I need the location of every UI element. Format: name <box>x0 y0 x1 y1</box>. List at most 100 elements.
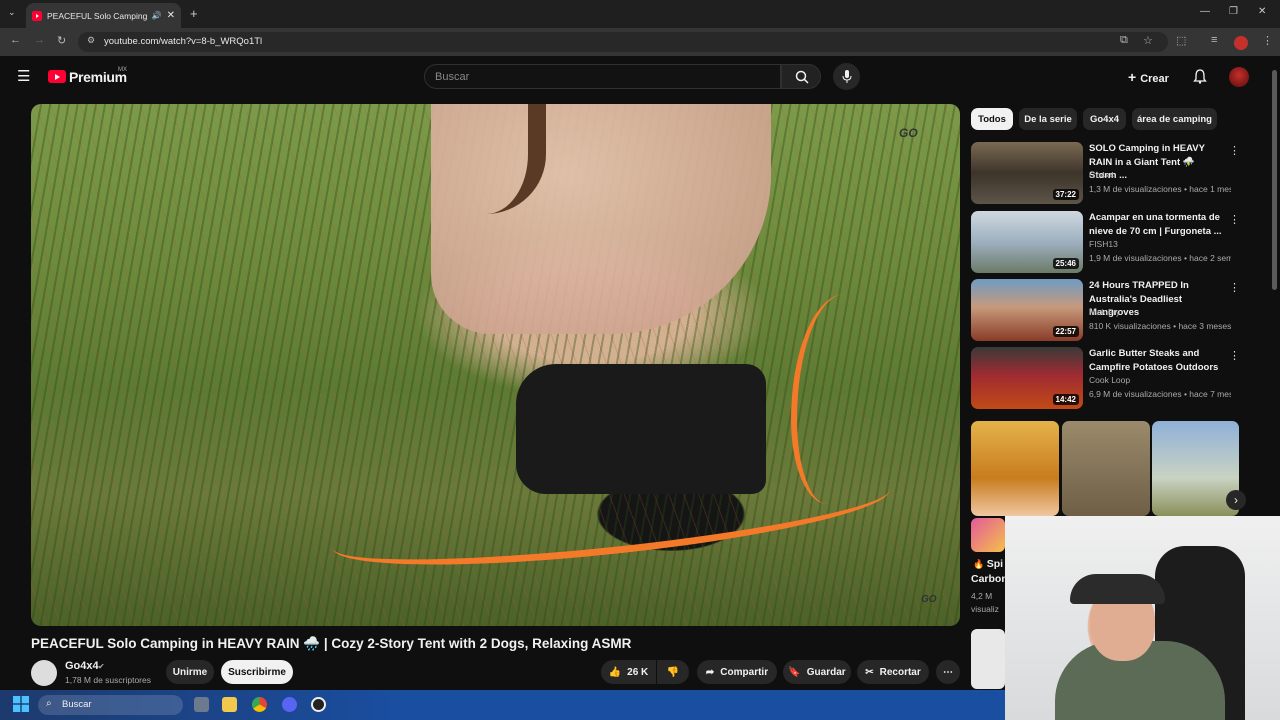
person-cap <box>1070 574 1165 604</box>
bookmark-star-icon[interactable]: ☆ <box>1143 34 1153 47</box>
search-icon <box>795 70 809 84</box>
chip-all[interactable]: Todos <box>971 108 1013 130</box>
cast-icon[interactable]: ⧉ <box>1120 34 1128 47</box>
minimize-icon[interactable]: — <box>1200 6 1210 17</box>
search-placeholder: Buscar <box>435 71 470 83</box>
create-label: Crear <box>1140 73 1169 85</box>
windows-start-icon[interactable] <box>13 696 29 712</box>
hamburger-menu-icon[interactable]: ☰ <box>17 67 30 85</box>
like-button[interactable]: 👍 26 K <box>601 660 656 684</box>
chrome-icon[interactable] <box>252 697 267 712</box>
video-thumbnail[interactable]: 22:57 <box>971 279 1083 341</box>
channel-avatar[interactable] <box>31 660 57 686</box>
shelf-next-arrow-icon[interactable]: › <box>1226 490 1246 510</box>
task-view-icon[interactable] <box>194 697 209 712</box>
recommendation-channel: Cook Loop <box>1089 375 1131 385</box>
notifications-bell-icon[interactable] <box>1193 69 1207 84</box>
logo-region: MX <box>118 67 127 73</box>
profile-avatar[interactable] <box>1234 36 1248 50</box>
video-thumbnail[interactable] <box>971 518 1005 552</box>
recommendation-title: Acampar en una tormenta de nieve de 70 c… <box>1089 212 1222 237</box>
chip-label: área de camping <box>1137 113 1212 125</box>
short-thumbnail[interactable] <box>971 421 1059 516</box>
recommendation-meta: 1,3 M de visualizaciones • hace 1 mes <box>1089 184 1231 194</box>
more-options-icon[interactable]: ⋮ <box>1229 144 1240 157</box>
more-options-icon[interactable]: ⋮ <box>1229 281 1240 294</box>
site-info-icon[interactable]: ⚙ <box>87 35 95 46</box>
recommendation-channel: Go4x4 <box>1089 170 1115 180</box>
more-options-icon[interactable]: ⋮ <box>1229 349 1240 362</box>
search-icon: ⌕ <box>46 698 52 709</box>
duration-badge: 14:42 <box>1052 394 1079 405</box>
file-explorer-icon[interactable] <box>222 697 237 712</box>
recommendation-title: Garlic Butter Steaks and Campfire Potato… <box>1089 348 1219 373</box>
thumbs-up-icon: 👍 <box>608 666 622 678</box>
duration-badge: 37:22 <box>1052 189 1079 200</box>
forward-icon[interactable]: → <box>34 34 45 46</box>
search-button[interactable] <box>781 64 821 89</box>
scissors-icon: ✂ <box>865 666 874 678</box>
partial-title: Spi <box>986 558 1004 570</box>
tab-title: PEACEFUL Solo Camping in <box>47 10 147 21</box>
share-label: Compartir <box>720 666 769 678</box>
video-thumbnail[interactable]: 14:42 <box>971 347 1083 409</box>
channel-name[interactable]: Go4x4 <box>65 660 99 672</box>
more-actions-button[interactable]: ⋯ <box>936 660 960 684</box>
dislike-button[interactable]: 👎 <box>657 660 689 684</box>
recommendation-meta: 810 K visualizaciones • hace 3 meses <box>1089 321 1231 331</box>
join-label: Unirme <box>172 666 208 678</box>
discord-icon[interactable] <box>282 697 297 712</box>
reload-icon[interactable]: ↻ <box>57 34 66 47</box>
taskbar-search[interactable]: ⌕ Buscar <box>38 695 183 715</box>
webcam-overlay <box>1005 516 1280 720</box>
extensions-icon[interactable]: ⬚ <box>1176 34 1186 47</box>
search-input[interactable]: Buscar <box>424 64 781 89</box>
taskbar-search-label: Buscar <box>62 699 92 710</box>
voice-search-button[interactable] <box>833 63 860 90</box>
new-tab-icon[interactable]: + <box>190 6 198 21</box>
address-bar[interactable]: ⚙ youtube.com/watch?v=8-b_WRQo1Tl <box>78 32 1168 52</box>
maximize-icon[interactable]: ❐ <box>1229 6 1238 17</box>
video-thumbnail[interactable] <box>971 629 1005 689</box>
thumbs-down-icon: 👎 <box>666 666 680 678</box>
close-window-icon[interactable]: ✕ <box>1258 6 1266 17</box>
recommendation-item[interactable]: 14:42 Garlic Butter Steaks and Campfire … <box>971 347 1240 409</box>
audio-icon[interactable]: 🔊 <box>152 11 162 20</box>
url-text: youtube.com/watch?v=8-b_WRQo1Tl <box>104 36 263 47</box>
recommendation-title-line2: Carbon <box>971 573 1008 585</box>
recommendation-meta: 1,9 M de visualizaciones • hace 2 seman.… <box>1089 253 1231 263</box>
video-player[interactable]: GO GO <box>31 104 960 626</box>
menu-icon[interactable]: ⋮ <box>1262 34 1273 47</box>
youtube-logo-icon[interactable] <box>48 70 66 83</box>
obs-icon[interactable] <box>311 697 326 712</box>
join-button[interactable]: Unirme <box>166 660 214 684</box>
clip-button[interactable]: ✂ Recortar <box>857 660 929 684</box>
like-count: 26 K <box>627 666 649 678</box>
chip-channel[interactable]: Go4x4 <box>1083 108 1126 130</box>
recommendation-meta: 4,2 M <box>971 591 993 601</box>
video-thumbnail[interactable]: 25:46 <box>971 211 1083 273</box>
reading-list-icon[interactable]: ≡ <box>1211 34 1217 46</box>
close-tab-icon[interactable]: ✕ <box>167 10 175 21</box>
chip-series[interactable]: De la serie <box>1019 108 1077 130</box>
recommendation-item[interactable]: 25:46 Acampar en una tormenta de nieve d… <box>971 211 1240 273</box>
browser-tab-active[interactable]: PEACEFUL Solo Camping in 🔊 ✕ <box>26 3 181 28</box>
short-thumbnail[interactable] <box>1062 421 1150 516</box>
subscribe-button[interactable]: Suscribirme <box>221 660 293 684</box>
page-scrollbar[interactable] <box>1272 70 1277 290</box>
more-options-icon[interactable]: ⋮ <box>1229 213 1240 226</box>
more-horizontal-icon: ⋯ <box>943 666 953 678</box>
share-button[interactable]: ➦ Compartir <box>697 660 777 684</box>
video-thumbnail[interactable]: 37:22 <box>971 142 1083 204</box>
save-button[interactable]: 🔖 Guardar <box>783 660 851 684</box>
duration-badge: 25:46 <box>1052 258 1079 269</box>
create-button[interactable]: + Crear <box>1128 69 1169 85</box>
youtube-favicon-icon <box>32 10 42 21</box>
recommendation-item[interactable]: 37:22 SOLO Camping in HEAVY RAIN in a Gi… <box>971 142 1240 204</box>
tab-search-icon[interactable]: ⌄ <box>8 7 16 18</box>
subscriber-count: 1,78 M de suscriptores <box>65 675 151 685</box>
back-icon[interactable]: ← <box>10 34 21 46</box>
chip-camping[interactable]: área de camping <box>1132 108 1217 130</box>
user-avatar[interactable] <box>1229 67 1249 87</box>
recommendation-item[interactable]: 22:57 24 Hours TRAPPED In Australia's De… <box>971 279 1240 341</box>
